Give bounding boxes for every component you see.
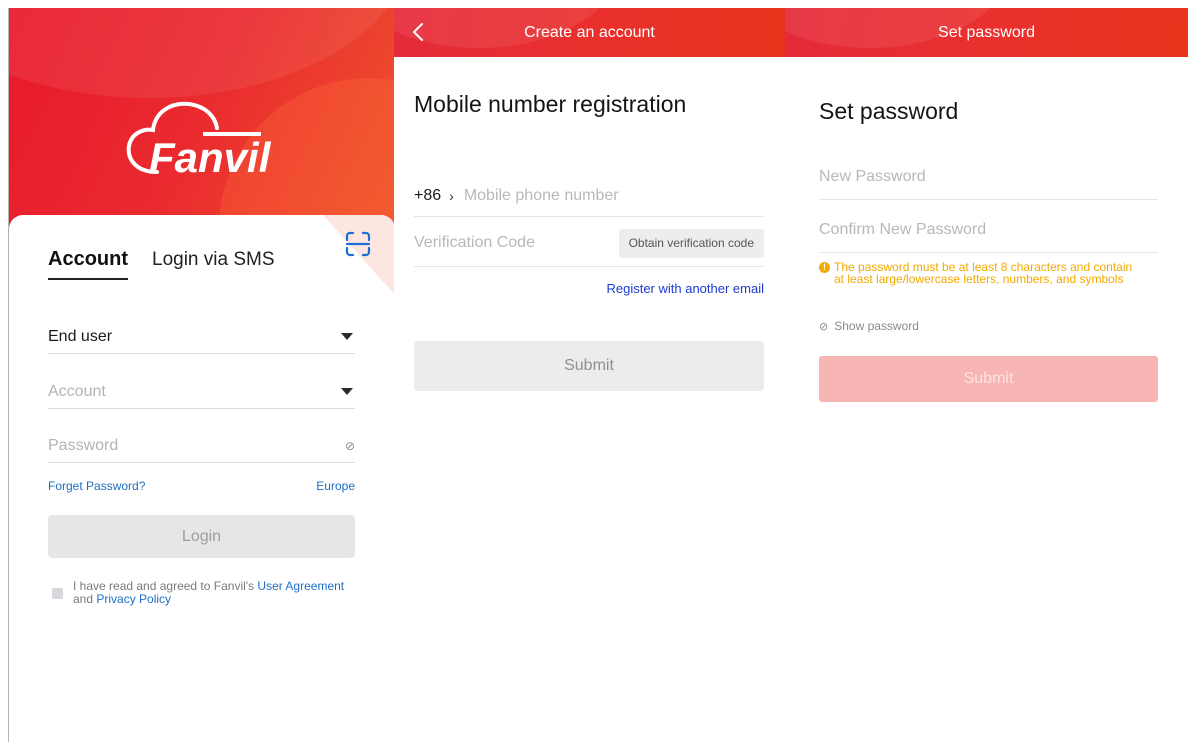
login-links: Forget Password? Europe <box>48 479 355 493</box>
set-password-screen: Set password Set password New Password C… <box>785 8 1188 742</box>
phone-row: +86 › Mobile phone number <box>414 175 764 217</box>
verification-code-input[interactable]: Verification Code <box>414 234 535 252</box>
tab-account[interactable]: Account <box>48 248 128 280</box>
register-screen: Create an account Mobile number registra… <box>394 8 785 742</box>
confirm-password-placeholder: Confirm New Password <box>819 221 987 238</box>
obtain-code-button[interactable]: Obtain verification code <box>618 228 764 258</box>
register-header: Create an account <box>394 8 785 57</box>
register-email-link[interactable]: Register with another email <box>606 281 764 296</box>
password-rule-text: The password must be at least 8 characte… <box>834 260 1133 286</box>
role-select[interactable]: End user <box>48 320 355 354</box>
account-input[interactable]: Account <box>48 375 355 409</box>
new-password-placeholder: New Password <box>819 168 926 185</box>
password-header: Set password <box>785 8 1188 57</box>
agreement-and: and <box>73 592 94 606</box>
fanvil-logo: Fanvil <box>126 101 272 181</box>
verification-row: Verification Code Obtain verification co… <box>414 220 764 267</box>
new-password-input[interactable]: New Password <box>819 155 1158 200</box>
register-title: Create an account <box>524 24 655 41</box>
agreement-row: I have read and agreed to Fanvil's User … <box>52 580 357 606</box>
country-code-selector[interactable]: +86 <box>414 187 441 205</box>
password-rule-hint: ! The password must be at least 8 charac… <box>819 261 1139 285</box>
login-tabs: Account Login via SMS <box>48 248 275 280</box>
password-heading: Set password <box>819 98 959 124</box>
password-submit-button[interactable]: Submit <box>819 356 1158 402</box>
confirm-password-input[interactable]: Confirm New Password <box>819 208 1158 253</box>
user-agreement-link[interactable]: User Agreement <box>257 579 344 593</box>
agreement-text: I have read and agreed to Fanvil's User … <box>73 580 344 606</box>
logo-wordmark: Fanvil <box>149 134 272 181</box>
login-button[interactable]: Login <box>48 515 355 558</box>
privacy-policy-link[interactable]: Privacy Policy <box>96 592 171 606</box>
show-password-label: Show password <box>834 319 919 333</box>
caret-down-icon <box>341 333 353 340</box>
warning-icon: ! <box>819 262 830 273</box>
account-placeholder: Account <box>48 382 106 400</box>
scan-qr-icon[interactable] <box>345 231 371 257</box>
password-title: Set password <box>938 24 1035 41</box>
register-submit-button[interactable]: Submit <box>414 341 764 391</box>
caret-down-icon[interactable] <box>341 388 353 395</box>
region-selector[interactable]: Europe <box>316 479 355 493</box>
eye-hidden-icon[interactable]: ⊘ <box>345 439 355 453</box>
chevron-right-icon[interactable]: › <box>449 188 454 204</box>
tab-login-via-sms[interactable]: Login via SMS <box>152 249 275 280</box>
register-heading: Mobile number registration <box>414 91 687 117</box>
password-input[interactable]: Password ⊘ <box>48 429 355 463</box>
login-card: Account Login via SMS End user Account P… <box>9 215 394 742</box>
agreement-prefix: I have read and agreed to Fanvil's <box>73 579 255 593</box>
show-password-toggle[interactable]: ⊘ Show password <box>819 319 919 333</box>
agreement-checkbox[interactable] <box>52 587 63 599</box>
password-placeholder: Password <box>48 436 119 454</box>
forget-password-link[interactable]: Forget Password? <box>48 479 145 493</box>
role-select-value: End user <box>48 327 113 345</box>
phone-input[interactable]: Mobile phone number <box>464 187 619 205</box>
eye-hidden-icon: ⊘ <box>819 320 829 333</box>
login-screen: Fanvil Account Login via SMS End user Ac… <box>8 8 394 742</box>
